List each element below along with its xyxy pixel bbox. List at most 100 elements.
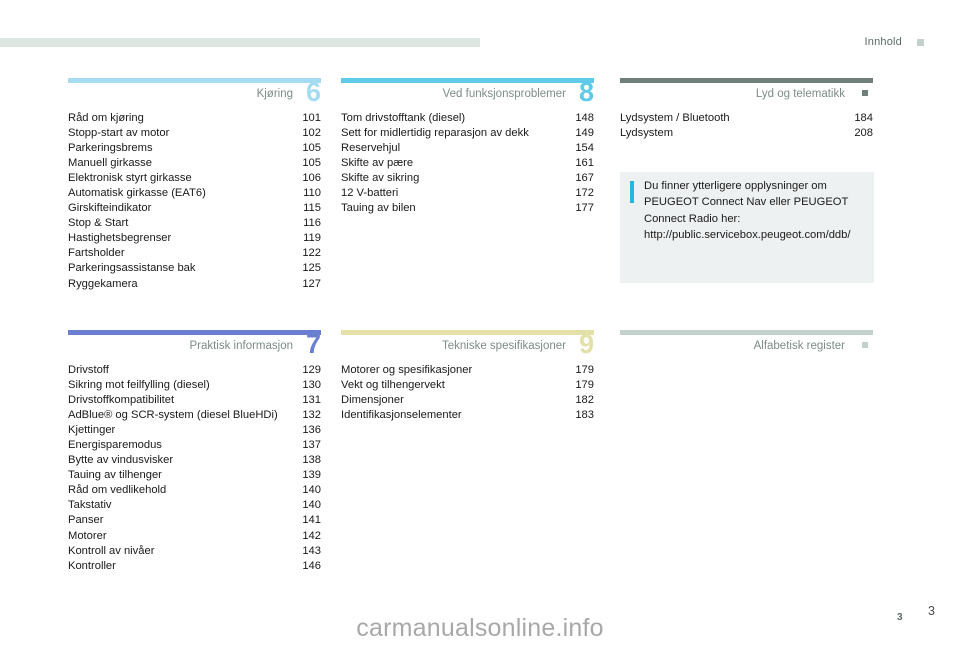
entry-label: Motorer [68, 529, 107, 542]
toc-entry[interactable]: Parkeringsassistanse bak 125 [68, 261, 321, 276]
entry-label: Panser [68, 514, 104, 527]
entry-label: Skifte av sikring [341, 172, 420, 185]
entry-label: Hastighetsbegrenser [68, 232, 172, 245]
square-marker-icon [862, 90, 868, 96]
toc-entry[interactable]: Motorer og spesifikasjoner 179 [341, 363, 594, 378]
toc-entry[interactable]: Råd om kjøring 101 [68, 111, 321, 126]
section-title: Tekniske spesifikasjoner [441, 340, 566, 352]
toc-entry[interactable]: Drivstoff 129 [68, 363, 321, 378]
section-lyd-og-telematikk: Lyd og telematikk Lydsystem / Bluetooth 1… [620, 78, 873, 141]
entry-label: Dimensjoner [341, 394, 404, 407]
info-callout-text: Du finner ytterligere opplysninger om PE… [644, 180, 851, 241]
toc-entry[interactable]: Fartsholder 122 [68, 246, 321, 261]
toc-entry[interactable]: Parkeringsbrems 105 [68, 141, 321, 156]
toc-entry[interactable]: Motorer 142 [68, 529, 321, 544]
toc-entry[interactable]: Lydsystem 208 [620, 126, 873, 141]
toc-entry[interactable]: Panser 141 [68, 513, 321, 528]
section-alfabetisk-register[interactable]: Alfabetisk register [620, 330, 873, 359]
entry-page: 137 [302, 439, 321, 452]
toc-entry[interactable]: Kjettinger 136 [68, 423, 321, 438]
section-color-bar [620, 78, 873, 83]
entry-page: 177 [575, 202, 594, 215]
toc-entry-list: Tom drivstofftank (diesel) 148 Sett for m… [341, 111, 594, 216]
entry-label: AdBlue® og SCR-system (diesel BlueHDi) [68, 409, 278, 422]
toc-entry[interactable]: Skifte av pære 161 [341, 156, 594, 171]
toc-entry[interactable]: Tauing av bilen 177 [341, 201, 594, 216]
entry-page: 129 [302, 364, 321, 376]
toc-entry[interactable]: Stopp-start av motor 102 [68, 126, 321, 141]
section-title: Praktisk informasjon [189, 340, 293, 352]
toc-entry[interactable]: Hastighetsbegrenser 119 [68, 231, 321, 246]
entry-page: 140 [302, 499, 321, 512]
entry-label: Tauing av tilhenger [68, 469, 162, 482]
square-marker-icon [862, 342, 868, 348]
section-kjoring: Kjøring 6 Råd om kjøring 101 Stopp-start … [68, 78, 321, 292]
section-header: Kjøring 6 [68, 79, 321, 107]
toc-entry[interactable]: Kontroll av nivåer 143 [68, 544, 321, 559]
section-color-bar [620, 330, 873, 335]
entry-page: 179 [575, 379, 594, 392]
entry-page: 136 [302, 424, 321, 437]
toc-entry[interactable]: Elektronisk styrt girkasse 106 [68, 171, 321, 186]
entry-label: Parkeringsassistanse bak [68, 262, 196, 275]
toc-entry[interactable]: Sikring mot feilfylling (diesel) 130 [68, 378, 321, 393]
toc-entry[interactable]: Bytte av vindusvisker 138 [68, 453, 321, 468]
toc-entry[interactable]: Identifikasjonselementer 183 [341, 408, 594, 423]
entry-label: Takstativ [68, 499, 112, 512]
toc-entry[interactable]: Drivstoffkompatibilitet 131 [68, 393, 321, 408]
section-title: Kjøring [256, 88, 293, 100]
section-number: 7 [305, 329, 321, 359]
entry-page: 183 [575, 409, 594, 422]
entry-page: 110 [303, 187, 321, 200]
header-rule [0, 38, 480, 47]
toc-entry[interactable]: Dimensjoner 182 [341, 393, 594, 408]
toc-entry[interactable]: AdBlue® og SCR-system (diesel BlueHDi) 13… [68, 408, 321, 423]
entry-page: 131 [302, 394, 321, 407]
toc-entry[interactable]: Sett for midlertidig reparasjon av dekk 1… [341, 126, 594, 141]
toc-entry[interactable]: Stop & Start 116 [68, 216, 321, 231]
section-title: Alfabetisk register [753, 340, 845, 352]
toc-entry[interactable]: Ryggekamera 127 [68, 277, 321, 292]
toc-entry[interactable]: Skifte av sikring 167 [341, 171, 594, 186]
section-title: Lyd og telematikk [755, 88, 845, 100]
section-header: Lyd og telematikk [620, 85, 873, 107]
square-marker-icon [917, 39, 924, 46]
entry-page: 167 [575, 172, 594, 185]
toc-entry-list: Drivstoff 129 Sikring mot feilfylling (di… [68, 363, 321, 574]
section-color-bar [341, 78, 594, 83]
toc-entry[interactable]: Tauing av tilhenger 139 [68, 468, 321, 483]
toc-entry[interactable]: Råd om vedlikehold 140 [68, 483, 321, 498]
toc-entry[interactable]: Takstativ 140 [68, 498, 321, 513]
entry-page: 182 [575, 394, 594, 407]
entry-page: 139 [302, 469, 321, 482]
toc-entry[interactable]: Kontroller 146 [68, 559, 321, 574]
entry-label: Kontroller [68, 559, 116, 572]
entry-label: Drivstoffkompatibilitet [68, 394, 175, 407]
entry-page: 127 [302, 277, 321, 290]
toc-entry[interactable]: Automatisk girkasse (EAT6) 110 [68, 186, 321, 201]
entry-label: Sikring mot feilfylling (diesel) [68, 379, 210, 392]
entry-label: Lydsystem [620, 127, 674, 140]
entry-page: 179 [575, 364, 594, 376]
entry-page: 148 [575, 112, 594, 124]
entry-label: Råd om vedlikehold [68, 484, 167, 497]
toc-entry[interactable]: Reservehjul 154 [341, 141, 594, 156]
entry-label: Drivstoff [68, 364, 109, 376]
info-icon [630, 181, 634, 203]
toc-entry[interactable]: Lydsystem / Bluetooth 184 [620, 111, 873, 126]
entry-label: Kontroll av nivåer [68, 544, 155, 557]
entry-page: 141 [302, 514, 321, 527]
toc-entry[interactable]: Energisparemodus 137 [68, 438, 321, 453]
entry-label: Fartsholder [68, 247, 125, 260]
toc-entry[interactable]: 12 V-batteri 172 [341, 186, 594, 201]
entry-page: 142 [302, 529, 321, 542]
section-number: 8 [578, 77, 594, 107]
page-title: Innhold [864, 36, 902, 48]
entry-label: Elektronisk styrt girkasse [68, 172, 192, 185]
toc-entry-list: Råd om kjøring 101 Stopp-start av motor 10… [68, 111, 321, 292]
toc-entry[interactable]: Vekt og tilhengervekt 179 [341, 378, 594, 393]
toc-entry[interactable]: Girskifteindikator 115 [68, 201, 321, 216]
toc-entry[interactable]: Manuell girkasse 105 [68, 156, 321, 171]
toc-entry[interactable]: Tom drivstofftank (diesel) 148 [341, 111, 594, 126]
entry-label: Identifikasjonselementer [341, 409, 462, 422]
